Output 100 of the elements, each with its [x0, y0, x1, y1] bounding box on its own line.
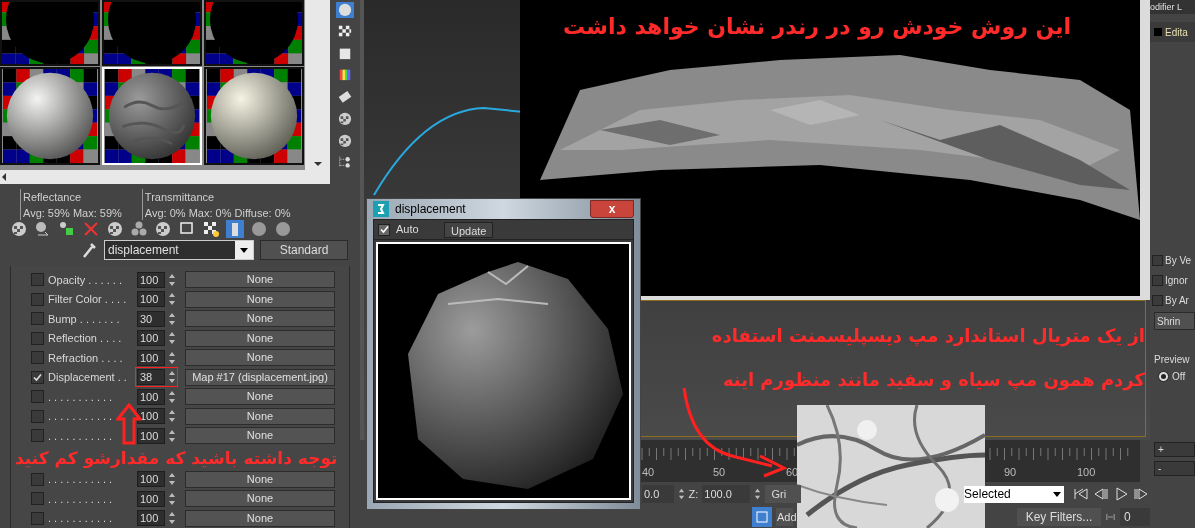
checker-sphere-icon[interactable] — [336, 110, 354, 127]
sphere-icon[interactable] — [274, 219, 292, 238]
material-slot[interactable] — [0, 0, 100, 66]
scrollbar[interactable] — [0, 170, 330, 184]
map-slot-button[interactable]: None — [185, 388, 335, 406]
selection-dropdown[interactable]: Selected — [964, 485, 1065, 503]
radio-button[interactable] — [1158, 371, 1169, 382]
checkbox[interactable] — [31, 331, 44, 345]
amount-field[interactable]: 100 — [137, 471, 165, 488]
map-slot-button[interactable]: None — [185, 470, 335, 488]
sphere-icon[interactable] — [336, 2, 354, 18]
spinner-arrows[interactable] — [168, 428, 176, 443]
amount-field[interactable]: 100 — [137, 291, 165, 308]
material-type-button[interactable]: Standard — [260, 240, 348, 260]
checker-icon[interactable] — [202, 219, 220, 238]
checkbox[interactable] — [31, 370, 44, 384]
spinner-arrows[interactable] — [168, 472, 176, 487]
checker-sphere-icon[interactable] — [154, 219, 172, 238]
checkbox[interactable] — [31, 472, 44, 486]
reflectance-label: Reflectance — [23, 189, 83, 205]
checkbox[interactable] — [31, 312, 44, 326]
checkbox[interactable] — [1152, 254, 1163, 266]
collapse-button[interactable]: - — [1154, 461, 1195, 476]
eyedropper-icon[interactable] — [82, 241, 98, 259]
spinner-arrows[interactable] — [168, 292, 176, 307]
checker-sphere-icon[interactable] — [10, 219, 28, 238]
spinner-arrows[interactable] — [168, 272, 176, 287]
amount-field[interactable]: 100 — [137, 490, 165, 507]
coordinate-field[interactable]: 100.0 — [702, 485, 751, 503]
modifier-list-dropdown[interactable]: odifier L — [1150, 0, 1195, 14]
spinner-arrows[interactable] — [168, 370, 176, 385]
spinner-arrows[interactable] — [168, 311, 176, 326]
material-slot[interactable] — [102, 0, 202, 66]
sphere-icon[interactable] — [250, 219, 268, 238]
map-slot-button[interactable]: Map #17 (displacement.jpg) — [185, 368, 335, 386]
scrollbar[interactable] — [305, 0, 330, 170]
material-slot[interactable] — [204, 67, 304, 165]
checker-sphere-icon[interactable] — [336, 132, 354, 149]
amount-field[interactable]: 100 — [137, 427, 165, 444]
spinner-arrows[interactable] — [754, 487, 762, 501]
amount-field[interactable]: 100 — [137, 408, 165, 425]
checkbox[interactable] — [31, 492, 44, 506]
spinner-arrows[interactable] — [168, 350, 176, 365]
scroll-left-icon[interactable] — [0, 171, 8, 182]
checkbox[interactable] — [1152, 294, 1163, 306]
map-slot-button[interactable]: None — [185, 329, 335, 347]
checker-sphere-icon[interactable] — [106, 219, 124, 238]
map-slot-button[interactable]: None — [185, 407, 335, 425]
spinner-arrows[interactable] — [168, 491, 176, 506]
scroll-down-icon[interactable] — [312, 160, 323, 168]
spinner-arrows[interactable] — [168, 389, 176, 404]
checkbox[interactable] — [378, 223, 390, 236]
material-slot[interactable] — [0, 67, 100, 165]
modifier-stack-item[interactable]: Edita — [1150, 22, 1195, 42]
key-filters-button[interactable]: Key Filters... — [1017, 508, 1101, 526]
amount-field[interactable]: 100 — [137, 330, 165, 347]
checkbox-label: Auto — [396, 222, 420, 238]
map-label: Bump . . . . . . . — [48, 311, 121, 327]
map-slot-button[interactable]: None — [185, 427, 335, 445]
transmittance-values: Avg: 0% Max: 0% Diffuse: 0% — [144, 206, 291, 222]
checkbox[interactable] — [31, 390, 44, 404]
shrink-button[interactable]: Shrin — [1154, 312, 1195, 330]
frame-field[interactable]: 0 — [1120, 508, 1150, 526]
spheres-icon[interactable] — [130, 219, 148, 238]
amount-field[interactable]: 100 — [137, 510, 165, 527]
skip-start-icon[interactable] — [1072, 485, 1091, 503]
checkbox[interactable] — [31, 351, 44, 365]
coordinate-field[interactable]: 0.0 — [642, 485, 674, 503]
map-slot-button[interactable]: None — [185, 310, 335, 328]
checkbox[interactable] — [31, 273, 44, 287]
expand-button[interactable]: + — [1154, 442, 1195, 457]
spinner-arrows[interactable] — [168, 511, 176, 526]
cube-icon[interactable] — [58, 219, 76, 238]
map-slot-button[interactable]: None — [185, 290, 335, 308]
map-slot-button[interactable]: None — [185, 271, 335, 289]
checkbox[interactable] — [1152, 274, 1163, 286]
checkbox[interactable] — [31, 409, 44, 423]
step-back-icon[interactable] — [1092, 485, 1111, 503]
pillar-icon[interactable] — [226, 219, 244, 238]
checkbox[interactable] — [31, 292, 44, 306]
option-label: By Ve — [1165, 253, 1192, 268]
checkbox[interactable] — [31, 429, 44, 443]
map-slot-button[interactable]: None — [185, 490, 335, 508]
material-slot[interactable] — [204, 0, 304, 66]
grid-button[interactable]: Gri — [765, 485, 802, 503]
checkbox[interactable] — [31, 511, 44, 525]
map-label: . . . . . . . . . . . — [48, 491, 114, 507]
map-slot-button[interactable]: None — [185, 349, 335, 367]
spinner-arrows[interactable] — [677, 487, 685, 501]
amount-field[interactable]: 38 — [137, 369, 165, 386]
map-slot-button[interactable]: None — [185, 509, 335, 527]
amount-field[interactable]: 100 — [137, 388, 165, 405]
spinner-arrows[interactable] — [168, 409, 176, 424]
map-label: . . . . . . . . . . . — [48, 389, 114, 405]
amount-field[interactable]: 100 — [137, 349, 165, 366]
amount-field[interactable]: 30 — [137, 310, 165, 327]
spinner-arrows[interactable] — [168, 331, 176, 346]
material-name-field[interactable]: displacement — [104, 240, 254, 260]
update-button[interactable]: Update — [444, 221, 494, 238]
amount-field[interactable]: 100 — [137, 271, 165, 288]
